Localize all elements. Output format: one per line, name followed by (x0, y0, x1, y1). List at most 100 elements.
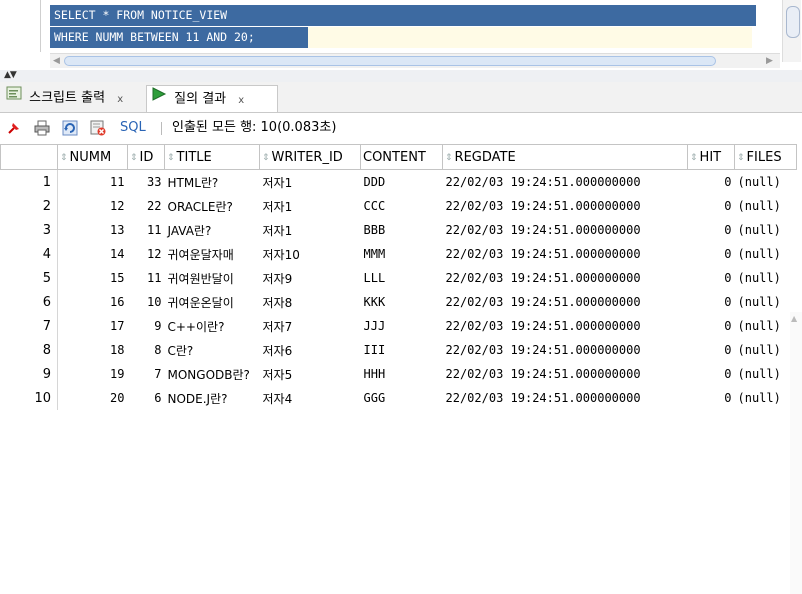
cell-writer-id[interactable]: 저자10 (260, 242, 361, 266)
cell-regdate[interactable]: 22/02/03 19:24:51.000000000 (443, 386, 688, 410)
cell-numm[interactable]: 15 (58, 266, 128, 290)
splitter-arrows-icon[interactable]: ▲▼ (4, 69, 17, 81)
cell-hit[interactable]: 0 (688, 218, 735, 242)
cell-content[interactable]: MMM (361, 242, 443, 266)
row-number[interactable]: 6 (0, 290, 58, 314)
cell-writer-id[interactable]: 저자9 (260, 266, 361, 290)
cell-writer-id[interactable]: 저자4 (260, 386, 361, 410)
column-header-title[interactable]: ⇕ TITLE (164, 144, 260, 170)
cell-content[interactable]: JJJ (361, 314, 443, 338)
table-row[interactable]: 5 15 11 귀여원반달이 저자9 LLL 22/02/03 19:24:51.00000… (0, 266, 797, 290)
table-row[interactable]: 2 12 22 ORACLE란? 저자1 CCC 22/02/03 19:24:51.000… (0, 194, 797, 218)
cell-id[interactable]: 10 (128, 290, 165, 314)
cell-content[interactable]: LLL (361, 266, 443, 290)
cell-writer-id[interactable]: 저자7 (260, 314, 361, 338)
pin-icon[interactable] (6, 120, 22, 136)
table-row[interactable]: 3 13 11 JAVA란? 저자1 BBB 22/02/03 19:24:51.00000… (0, 218, 797, 242)
cell-numm[interactable]: 13 (58, 218, 128, 242)
row-number[interactable]: 1 (0, 169, 58, 194)
row-number[interactable]: 8 (0, 338, 58, 362)
cell-numm[interactable]: 14 (58, 242, 128, 266)
print-icon[interactable] (34, 120, 50, 136)
cell-files[interactable]: (null) (735, 266, 797, 290)
cell-content[interactable]: GGG (361, 386, 443, 410)
cell-regdate[interactable]: 22/02/03 19:24:51.000000000 (443, 362, 688, 386)
editor-line-2[interactable]: WHERE NUMM BETWEEN 11 AND 20; (50, 27, 312, 48)
table-row[interactable]: 4 14 12 귀여운달자매 저자10 MMM 22/02/03 19:24:51.0000… (0, 242, 797, 266)
tab-script-output[interactable]: 스크립트 출력 x (2, 85, 152, 111)
cell-files[interactable]: (null) (735, 362, 797, 386)
cell-numm[interactable]: 19 (58, 362, 128, 386)
cell-hit[interactable]: 0 (688, 266, 735, 290)
cell-regdate[interactable]: 22/02/03 19:24:51.000000000 (443, 194, 688, 218)
cell-title[interactable]: 귀여운달자매 (165, 242, 260, 266)
cell-title[interactable]: C란? (165, 338, 260, 362)
cell-content[interactable]: CCC (361, 194, 443, 218)
cell-title[interactable]: ORACLE란? (165, 194, 260, 218)
cell-id[interactable]: 22 (128, 194, 165, 218)
row-number[interactable]: 5 (0, 266, 58, 290)
refresh-icon[interactable] (62, 120, 78, 136)
cell-numm[interactable]: 18 (58, 338, 128, 362)
cell-files[interactable]: (null) (735, 338, 797, 362)
cell-writer-id[interactable]: 저자6 (260, 338, 361, 362)
cell-content[interactable]: HHH (361, 362, 443, 386)
row-number[interactable]: 7 (0, 314, 58, 338)
cell-numm[interactable]: 20 (58, 386, 128, 410)
query-result-grid[interactable]: ⇕ NUMM ⇕ ID ⇕ TITLE ⇕ WRITER_ID CONTENT ⇕ REG… (0, 144, 802, 594)
cell-files[interactable]: (null) (735, 218, 797, 242)
cell-title[interactable]: JAVA란? (165, 218, 260, 242)
cell-title[interactable]: 귀여원반달이 (165, 266, 260, 290)
sql-button[interactable]: SQL (120, 118, 146, 138)
scroll-right-arrow-icon[interactable]: ▶ (766, 54, 773, 68)
scroll-left-arrow-icon[interactable]: ◀ (53, 54, 60, 68)
cell-id[interactable]: 9 (128, 314, 165, 338)
column-header-content[interactable]: CONTENT (360, 144, 443, 170)
cell-files[interactable]: (null) (735, 386, 797, 410)
column-header-regdate[interactable]: ⇕ REGDATE (442, 144, 688, 170)
row-number[interactable]: 3 (0, 218, 58, 242)
cell-hit[interactable]: 0 (688, 362, 735, 386)
cell-regdate[interactable]: 22/02/03 19:24:51.000000000 (443, 266, 688, 290)
close-icon[interactable]: x (238, 95, 244, 106)
table-row[interactable]: 7 17 9 C++이란? 저자7 JJJ 22/02/03 19:24:51.000000… (0, 314, 797, 338)
grid-vertical-scrollbar[interactable]: ▲ (790, 312, 802, 594)
cell-content[interactable]: BBB (361, 218, 443, 242)
editor-vertical-scroll-thumb[interactable] (786, 6, 800, 38)
table-row[interactable]: 9 19 7 MONGODB란? 저자5 HHH 22/02/03 19:24:51.000… (0, 362, 797, 386)
cell-writer-id[interactable]: 저자1 (260, 218, 361, 242)
cell-hit[interactable]: 0 (688, 170, 735, 195)
row-number[interactable]: 4 (0, 242, 58, 266)
editor-vertical-scrollbar[interactable] (782, 0, 801, 62)
cell-files[interactable]: (null) (735, 170, 797, 195)
table-row[interactable]: 8 18 8 C란? 저자6 III 22/02/03 19:24:51.000000000… (0, 338, 797, 362)
cell-content[interactable]: DDD (361, 170, 443, 195)
cell-numm[interactable]: 12 (58, 194, 128, 218)
cell-title[interactable]: NODE.J란? (165, 386, 260, 410)
cell-hit[interactable]: 0 (688, 242, 735, 266)
table-row[interactable]: 1 11 33 HTML란? 저자1 DDD 22/02/03 19:24:51.00000… (0, 169, 797, 195)
cell-numm[interactable]: 11 (58, 170, 128, 195)
cell-content[interactable]: KKK (361, 290, 443, 314)
cell-title[interactable]: HTML란? (165, 170, 260, 195)
column-header-files[interactable]: ⇕ FILES (734, 144, 797, 170)
cell-files[interactable]: (null) (735, 314, 797, 338)
cell-writer-id[interactable]: 저자1 (260, 194, 361, 218)
cell-content[interactable]: III (361, 338, 443, 362)
cell-id[interactable]: 8 (128, 338, 165, 362)
cell-hit[interactable]: 0 (688, 386, 735, 410)
row-number[interactable]: 10 (0, 386, 58, 410)
cell-id[interactable]: 11 (128, 218, 165, 242)
cell-title[interactable]: C++이란? (165, 314, 260, 338)
editor-line-1[interactable]: SELECT * FROM NOTICE_VIEW (50, 5, 756, 26)
cell-title[interactable]: MONGODB란? (165, 362, 260, 386)
column-header-id[interactable]: ⇕ ID (127, 144, 165, 170)
cell-regdate[interactable]: 22/02/03 19:24:51.000000000 (443, 242, 688, 266)
cell-hit[interactable]: 0 (688, 338, 735, 362)
table-row[interactable]: 6 16 10 귀여운온달이 저자8 KKK 22/02/03 19:24:51.00000… (0, 290, 797, 314)
column-header-numm[interactable]: ⇕ NUMM (57, 144, 128, 170)
cell-files[interactable]: (null) (735, 242, 797, 266)
cell-id[interactable]: 33 (128, 170, 165, 195)
close-icon[interactable]: x (117, 94, 123, 105)
sql-editor[interactable]: SELECT * FROM NOTICE_VIEW WHERE NUMM BET… (0, 0, 802, 70)
